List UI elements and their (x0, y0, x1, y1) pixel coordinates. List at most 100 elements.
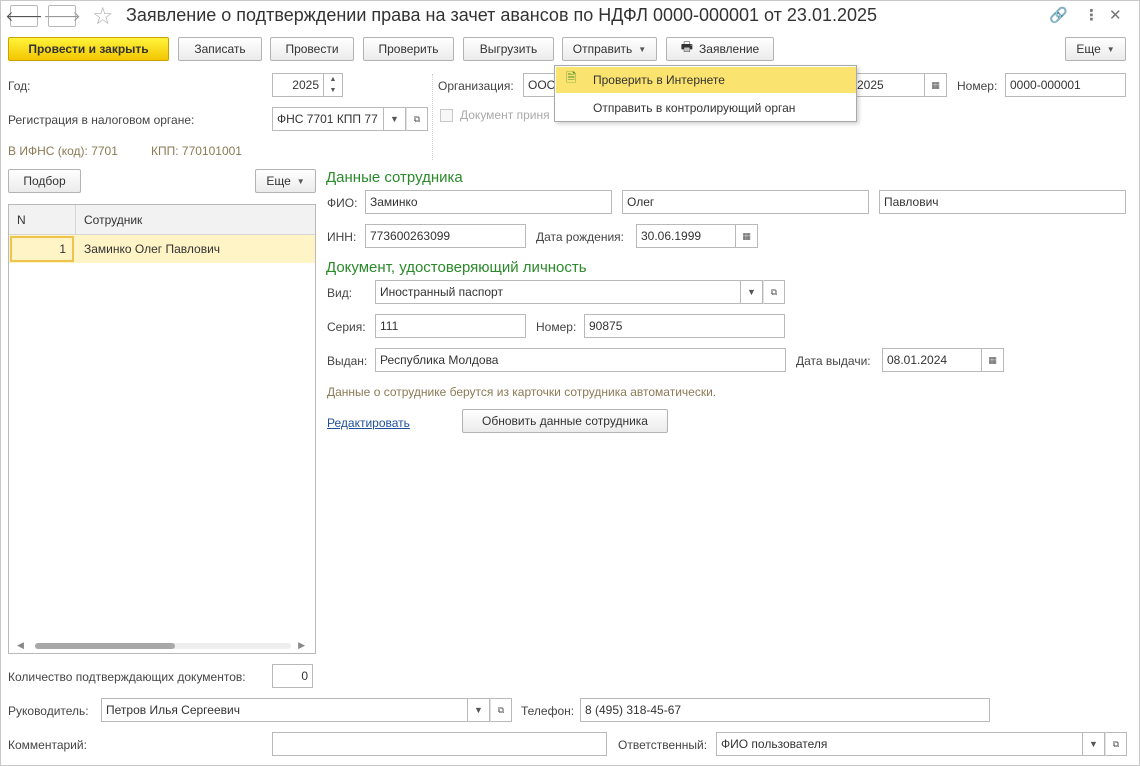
doc-type-value: Иностранный паспорт (380, 285, 503, 299)
phone-value: 8 (495) 318-45-67 (585, 703, 682, 717)
organization-value: ООО (528, 78, 557, 92)
calendar-icon[interactable]: ▦ (925, 73, 947, 97)
organization-label: Организация: (438, 79, 514, 93)
save-label: Записать (194, 42, 246, 56)
open-icon[interactable]: ⧉ (406, 107, 428, 131)
doc-number-value: 90875 (589, 319, 623, 333)
date-field[interactable]: 2025 (853, 73, 925, 97)
arrow-right-icon: 🡒 (43, 7, 81, 24)
middle-name-field[interactable]: Павлович (879, 190, 1126, 214)
menu-item-label: Отправить в контролирующий орган (593, 101, 796, 115)
scroll-right-icon[interactable]: ▶ (298, 640, 305, 651)
series-value: 111 (380, 319, 399, 333)
inn-field[interactable]: 773600263099 (365, 224, 526, 248)
head-field[interactable]: Петров Илья Сергеевич (101, 698, 468, 722)
forward-button[interactable]: 🡒 (43, 5, 81, 27)
check-button[interactable]: Проверить (363, 37, 454, 61)
year-spinner[interactable]: ▲ ▼ (323, 73, 343, 97)
send-dropdown-menu: 🗎 Проверить в Интернете Отправить в конт… (554, 65, 857, 122)
inn-value: 773600263099 (370, 229, 451, 243)
column-employee[interactable]: Сотрудник (84, 213, 142, 227)
docs-count-value: 0 (301, 669, 308, 683)
issue-date-label: Дата выдачи: (796, 354, 871, 368)
phone-field[interactable]: 8 (495) 318-45-67 (580, 698, 990, 722)
number-label: Номер: (957, 79, 998, 93)
list-more-label: Еще (266, 174, 291, 188)
horizontal-scrollbar[interactable]: ◀ ▶ (17, 640, 305, 651)
spin-up-icon[interactable]: ▲ (324, 74, 342, 85)
dropdown-icon[interactable]: ▼ (741, 280, 763, 304)
issued-field[interactable]: Республика Молдова (375, 348, 786, 372)
birth-date-field[interactable]: 30.06.1999 (636, 224, 736, 248)
dropdown-icon[interactable]: ▼ (468, 698, 490, 722)
row-number[interactable]: 1 (10, 236, 74, 262)
ifns-code-label: В ИФНС (код): 7701 (8, 144, 118, 158)
send-label: Отправить (572, 42, 633, 56)
number-field[interactable]: 0000-000001 (1005, 73, 1126, 97)
list-more-button[interactable]: Еще ▼ (255, 169, 316, 193)
series-field[interactable]: 111 (375, 314, 526, 338)
last-name-value: Заминко (370, 195, 418, 209)
date-value: 2025 (857, 78, 884, 92)
link-icon[interactable]: 🔗 (1049, 6, 1068, 24)
doc-type-field[interactable]: Иностранный паспорт (375, 280, 741, 304)
edit-link[interactable]: Редактировать (327, 416, 410, 430)
registration-value: ФНС 7701 КПП 77 (277, 112, 378, 126)
last-name-field[interactable]: Заминко (365, 190, 612, 214)
doc-type-label: Вид: (327, 286, 353, 300)
comment-field[interactable] (272, 732, 607, 756)
employee-section-title: Данные сотрудника (326, 169, 463, 186)
issue-date-field[interactable]: 08.01.2024 (882, 348, 982, 372)
head-label: Руководитель: (8, 704, 89, 718)
calendar-icon[interactable]: ▦ (982, 348, 1004, 372)
post-and-close-button[interactable]: Провести и закрыть (8, 37, 169, 61)
send-button[interactable]: Отправить ▼ (562, 37, 657, 61)
open-icon[interactable]: ⧉ (1105, 732, 1127, 756)
post-button[interactable]: Провести (270, 37, 354, 61)
dropdown-icon[interactable]: ▼ (384, 107, 406, 131)
registration-field[interactable]: ФНС 7701 КПП 77 (272, 107, 384, 131)
save-button[interactable]: Записать (178, 37, 262, 61)
doc-number-field[interactable]: 90875 (584, 314, 785, 338)
year-label: Год: (8, 79, 31, 93)
spin-down-icon[interactable]: ▼ (324, 85, 342, 96)
docs-count-field[interactable]: 0 (272, 664, 313, 688)
select-button[interactable]: Подбор (8, 169, 81, 193)
row-employee[interactable]: Заминко Олег Павлович (84, 242, 220, 256)
column-n[interactable]: N (17, 213, 26, 227)
document-accepted-checkbox[interactable] (440, 109, 453, 122)
year-value: 2025 (292, 78, 319, 92)
check-document-icon: 🗎 (566, 70, 577, 85)
menu-item-check-online[interactable]: 🗎 Проверить в Интернете (556, 67, 856, 93)
check-label: Проверить (378, 42, 439, 56)
first-name-field[interactable]: Олег (622, 190, 869, 214)
head-value: Петров Илья Сергеевич (106, 703, 240, 717)
back-button[interactable]: 🡐 (5, 5, 43, 27)
scroll-left-icon[interactable]: ◀ (17, 640, 24, 651)
star-icon[interactable]: ☆ (92, 2, 114, 31)
dropdown-icon[interactable]: ▼ (1083, 732, 1105, 756)
table-row[interactable]: 1 Заминко Олег Павлович (9, 235, 315, 263)
chevron-down-icon: ▼ (296, 176, 305, 186)
document-accepted-label: Документ приня (460, 108, 550, 122)
calendar-icon[interactable]: ▦ (736, 224, 758, 248)
export-button[interactable]: Выгрузить (463, 37, 554, 61)
close-icon[interactable]: ✕ (1109, 6, 1122, 24)
statement-button[interactable]: 🖶 Заявление (666, 37, 774, 61)
open-icon[interactable]: ⧉ (490, 698, 512, 722)
menu-item-send-authority[interactable]: Отправить в контролирующий орган (556, 95, 856, 121)
window-title: Заявление о подтверждении права на зачет… (126, 5, 878, 25)
more-vertical-icon[interactable]: ⋮ (1084, 6, 1099, 24)
issue-date-value: 08.01.2024 (887, 353, 948, 367)
kpp-label: КПП: 770101001 (151, 144, 242, 158)
employee-table[interactable]: N Сотрудник 1 Заминко Олег Павлович ◀ ▶ (8, 204, 316, 654)
responsible-value: ФИО пользователя (721, 737, 828, 751)
open-icon[interactable]: ⧉ (763, 280, 785, 304)
scroll-thumb[interactable] (35, 643, 175, 649)
toolbar-more-button[interactable]: Еще ▼ (1065, 37, 1126, 61)
responsible-field[interactable]: ФИО пользователя (716, 732, 1083, 756)
toolbar-more-label: Еще (1076, 42, 1101, 56)
refresh-employee-button[interactable]: Обновить данные сотрудника (462, 409, 668, 433)
responsible-label: Ответственный: (618, 738, 708, 752)
year-field[interactable]: 2025 (272, 73, 324, 97)
